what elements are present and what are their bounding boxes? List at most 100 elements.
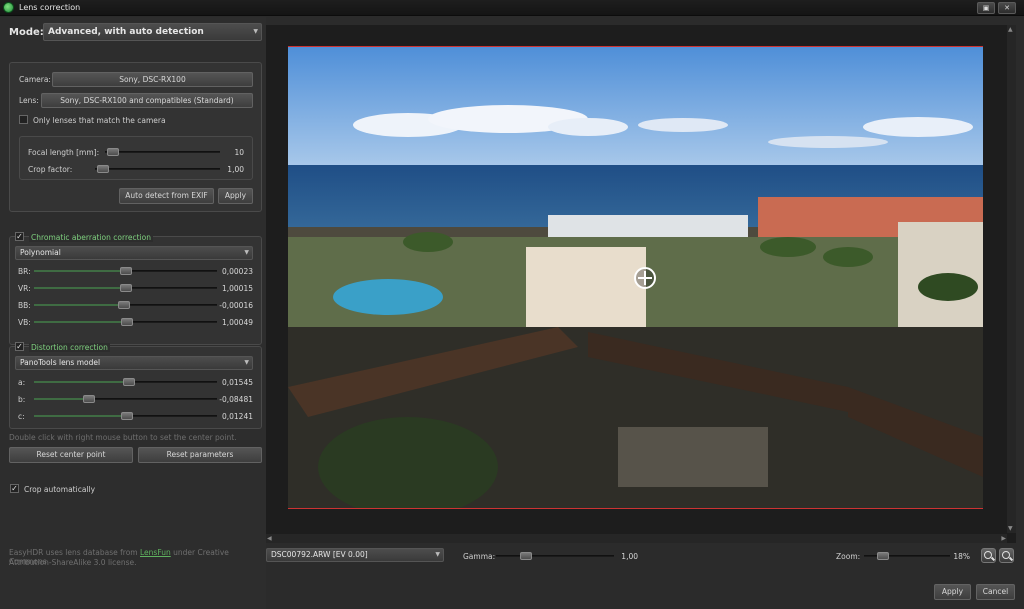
chromatic-param-slider[interactable] (34, 284, 217, 292)
reset-center-button[interactable]: Reset center point (9, 447, 133, 463)
settings-panel: Mode: Advanced, with auto detection ▼ Ca… (0, 17, 266, 609)
crop-auto-checkbox[interactable]: ✓ (10, 484, 19, 493)
only-match-checkbox[interactable] (19, 115, 28, 124)
distortion-param-handle[interactable] (123, 378, 136, 386)
distortion-param-slider[interactable] (34, 378, 217, 386)
close-button[interactable]: ✕ (998, 2, 1016, 14)
chromatic-param-value: 1,00015 (221, 284, 253, 293)
distortion-param-value: 0,01545 (221, 378, 253, 387)
scroll-down-icon[interactable]: ▼ (1008, 525, 1013, 532)
mode-value: Advanced, with auto detection (48, 27, 204, 37)
chromatic-param-handle[interactable] (119, 267, 132, 275)
file-value: DSC00792.ARW [EV 0.00] (271, 550, 368, 559)
distortion-label: Distortion correction (29, 343, 110, 352)
chromatic-param-value: 1,00049 (221, 318, 253, 327)
mode-label: Mode: (9, 27, 44, 38)
focal-slider-handle[interactable] (107, 148, 119, 156)
scroll-right-icon[interactable]: ▶ (1001, 535, 1006, 542)
chromatic-param-slider[interactable] (34, 318, 217, 326)
chromatic-checkbox[interactable]: ✓ (15, 232, 24, 241)
chromatic-param-fill (34, 270, 126, 272)
chromatic-param-label: BB: (18, 301, 31, 310)
distortion-param-handle[interactable] (121, 412, 134, 420)
crop-factor-slider[interactable] (95, 165, 220, 173)
distortion-param-fill (34, 398, 89, 400)
chromatic-param-fill (34, 321, 128, 323)
chromatic-param-slider[interactable] (34, 267, 217, 275)
zoom-in-button[interactable] (981, 548, 996, 563)
chromatic-param-value: 0,00023 (221, 267, 253, 276)
lens-button[interactable]: Sony, DSC-RX100 and compatibles (Standar… (41, 93, 253, 108)
gamma-slider-handle[interactable] (519, 552, 532, 560)
zoom-out-button[interactable] (999, 548, 1014, 563)
chevron-down-icon: ▼ (253, 28, 258, 35)
chromatic-param-label: VR: (18, 284, 31, 293)
distortion-model-select[interactable]: PanoTools lens model ▼ (15, 356, 253, 370)
chromatic-model-select[interactable]: Polynomial ▼ (15, 246, 253, 260)
only-match-label: Only lenses that match the camera (33, 116, 166, 125)
distortion-param-value: -0,08481 (219, 395, 253, 404)
lensfun-link[interactable]: LensFun (140, 548, 171, 557)
lens-apply-button[interactable]: Apply (218, 188, 253, 204)
zoom-slider-handle[interactable] (876, 552, 889, 560)
chromatic-param-fill (34, 304, 124, 306)
distortion-param-label: b: (18, 395, 26, 404)
chromatic-param-value: -0,00016 (219, 301, 253, 310)
chromatic-param-slider[interactable] (34, 301, 217, 309)
distortion-checkbox[interactable]: ✓ (15, 342, 24, 351)
lens-label: Lens: (19, 96, 39, 105)
chromatic-param-handle[interactable] (121, 318, 134, 326)
chromatic-label: Chromatic aberration correction (29, 233, 153, 242)
reset-parameters-button[interactable]: Reset parameters (138, 447, 262, 463)
license-text-pre: EasyHDR uses lens database from (9, 548, 140, 557)
distortion-param-fill (34, 381, 130, 383)
distortion-param-value: 0,01241 (221, 412, 253, 421)
gamma-slider[interactable] (496, 552, 614, 560)
scroll-up-icon[interactable]: ▲ (1008, 26, 1013, 33)
scroll-left-icon[interactable]: ◀ (267, 535, 272, 542)
apply-button[interactable]: Apply (934, 584, 971, 600)
vertical-scrollbar[interactable]: ▲ ▼ (1007, 25, 1016, 533)
distortion-param-label: a: (18, 378, 26, 387)
chromatic-param-handle[interactable] (117, 301, 130, 309)
restore-button[interactable]: ▣ (977, 2, 995, 14)
center-point-hint: Double click with right mouse button to … (9, 433, 237, 442)
chromatic-group: ✓ Chromatic aberration correction Polyno… (9, 232, 262, 345)
zoom-slider[interactable] (864, 552, 950, 560)
license-text-line2: Attribution-ShareAlike 3.0 license. (9, 558, 137, 567)
distortion-param-handle[interactable] (82, 395, 95, 403)
distortion-param-label: c: (18, 412, 25, 421)
chevron-down-icon: ▼ (244, 359, 249, 366)
focal-label: Focal length [mm]: (28, 148, 100, 157)
crop-factor-label: Crop factor: (28, 165, 73, 174)
chromatic-param-handle[interactable] (119, 284, 132, 292)
magnifier-handle (1008, 556, 1014, 562)
crop-factor-slider-handle[interactable] (97, 165, 109, 173)
distortion-param-slider[interactable] (34, 412, 217, 420)
gamma-value: 1,00 (621, 552, 638, 561)
distortion-param-fill (34, 415, 128, 417)
lens-group: Camera: Sony, DSC-RX100 Lens: Sony, DSC-… (9, 62, 262, 212)
chromatic-model-value: Polynomial (20, 248, 61, 257)
auto-detect-button[interactable]: Auto detect from EXIF (119, 188, 214, 204)
chromatic-param-label: VB: (18, 318, 31, 327)
cancel-button[interactable]: Cancel (976, 584, 1015, 600)
distortion-param-slider[interactable] (34, 395, 217, 403)
distortion-model-value: PanoTools lens model (20, 358, 101, 367)
mode-select[interactable]: Advanced, with auto detection ▼ (43, 23, 262, 41)
file-select[interactable]: DSC00792.ARW [EV 0.00] ▼ (266, 548, 444, 562)
center-point-crosshair-icon[interactable] (634, 267, 656, 289)
focal-group: Focal length [mm]: 10 Crop factor: 1,00 (19, 136, 253, 180)
focal-value: 10 (234, 148, 244, 157)
zoom-value: 18% (953, 552, 970, 561)
title-bar: Lens correction ▣ ✕ (0, 0, 1024, 16)
crop-factor-value: 1,00 (227, 165, 244, 174)
horizontal-scrollbar[interactable]: ◀ ▶ (266, 534, 1007, 543)
window-title: Lens correction (19, 3, 81, 12)
chromatic-param-label: BR: (18, 267, 31, 276)
camera-button[interactable]: Sony, DSC-RX100 (52, 72, 253, 87)
app-icon (3, 2, 14, 13)
chevron-down-icon: ▼ (244, 249, 249, 256)
chromatic-param-fill (34, 287, 126, 289)
focal-slider[interactable] (105, 148, 220, 156)
